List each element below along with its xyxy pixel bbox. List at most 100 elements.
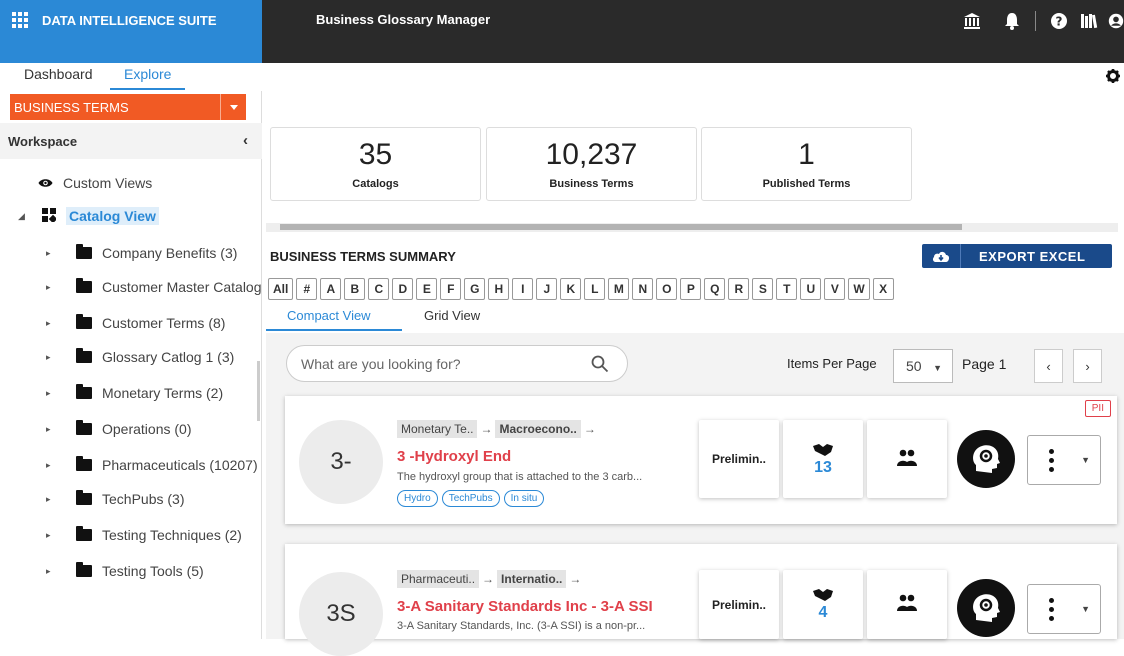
breadcrumb-subcatalog[interactable]: Internatio.. [497,570,567,588]
letter-filter-button[interactable]: M [608,278,630,300]
svg-text:?: ? [1056,15,1063,29]
associations-box[interactable]: 13 [783,420,863,498]
expand-arrow-icon[interactable]: ▸ [46,388,56,399]
expand-arrow-icon[interactable]: ▸ [46,352,56,363]
kebab-menu-icon [1028,448,1060,472]
letter-filter-button[interactable]: T [776,278,798,300]
letter-filter-button[interactable]: U [800,278,822,300]
tag-chip[interactable]: Hydro [397,490,438,507]
more-actions-menu[interactable]: ▼ [1027,584,1101,634]
letter-filter-button[interactable]: E [416,278,438,300]
bank-icon[interactable] [959,8,985,34]
term-card[interactable]: 3S Pharmaceuti.. → Internatio.. → 3-A Sa… [285,544,1117,656]
library-icon[interactable] [1076,8,1102,34]
expand-arrow-icon[interactable]: ▸ [46,248,56,259]
custom-views-item[interactable]: Custom Views [38,171,152,195]
tree-folder-item[interactable]: ▸ Glossary Catlog 1 (3) [46,345,234,369]
left-scrollbar[interactable] [257,361,260,421]
folder-icon [76,314,92,329]
next-page-button[interactable]: › [1073,349,1102,383]
settings-gear-icon[interactable] [1106,69,1120,86]
letter-filter-button[interactable]: R [728,278,750,300]
chevron-down-icon[interactable] [220,94,246,120]
help-icon[interactable]: ? [1046,8,1072,34]
letter-filter-button[interactable]: C [368,278,390,300]
letter-filter-button[interactable]: B [344,278,366,300]
search-input[interactable]: What are you looking for? [286,345,628,382]
tab-dashboard[interactable]: Dashboard [24,66,93,90]
expand-arrow-icon[interactable]: ▸ [46,318,56,329]
apps-grid-icon[interactable] [12,12,28,28]
letter-filter-button[interactable]: S [752,278,774,300]
letter-filter-button[interactable]: # [296,278,318,300]
tab-explore[interactable]: Explore [110,66,186,90]
search-icon[interactable] [591,355,609,376]
kpi-catalogs[interactable]: 35 Catalogs [270,127,481,201]
kpi-business-terms[interactable]: 10,237 Business Terms [486,127,697,201]
term-title[interactable]: 3-A Sanitary Standards Inc - 3-A SSI [397,598,653,615]
letter-filter-button[interactable]: X [872,278,894,300]
tree-folder-item[interactable]: ▸ Company Benefits (3) [46,241,237,265]
letter-filter-button[interactable]: D [392,278,414,300]
expand-arrow-icon[interactable]: ▸ [46,494,56,505]
letter-filter-button[interactable]: All [268,278,294,300]
status-box[interactable]: Prelimin.. [699,420,779,498]
scrollbar-thumb[interactable] [280,224,962,230]
more-actions-menu[interactable]: ▼ [1027,435,1101,485]
letter-filter-button[interactable]: F [440,278,462,300]
letter-filter-button[interactable]: A [320,278,342,300]
collapse-panel-icon[interactable]: ‹ [243,132,248,149]
bell-icon[interactable] [999,8,1025,34]
horizontal-scrollbar[interactable] [266,223,1118,232]
brain-gear-icon[interactable] [957,430,1015,488]
letter-filter-button[interactable]: H [488,278,510,300]
letter-filter-button[interactable]: J [536,278,558,300]
tree-folder-item[interactable]: ▸ TechPubs (3) [46,487,184,511]
letter-filter-button[interactable]: I [512,278,534,300]
status-box[interactable]: Prelimin.. [699,570,779,639]
business-terms-dropdown[interactable]: BUSINESS TERMS [10,94,246,120]
catalog-view-item[interactable]: ◢ Catalog View [18,204,159,228]
tree-folder-item[interactable]: ▸ Testing Tools (5) [46,559,204,583]
expand-arrow-icon[interactable]: ▸ [46,530,56,541]
tree-folder-item[interactable]: ▸ Operations (0) [46,417,191,441]
expand-arrow-icon[interactable]: ▸ [46,566,56,577]
user-icon[interactable] [1108,8,1124,34]
letter-filter-button[interactable]: W [848,278,870,300]
items-per-page-select[interactable]: 50 ▼ [893,349,953,383]
expand-arrow-icon[interactable]: ▸ [46,460,56,471]
tree-folder-item[interactable]: ▸ Customer Master Catalog [46,275,262,299]
export-excel-button[interactable]: EXPORT EXCEL [922,244,1112,268]
letter-filter-button[interactable]: G [464,278,486,300]
letter-filter-button[interactable]: L [584,278,606,300]
expand-arrow-icon[interactable]: ▸ [46,424,56,435]
kpi-published-terms[interactable]: 1 Published Terms [701,127,912,201]
letter-filter-button[interactable]: P [680,278,702,300]
tree-folder-item[interactable]: ▸ Testing Techniques (2) [46,523,242,547]
expanded-arrow-icon[interactable]: ◢ [18,211,28,222]
tab-compact-view[interactable]: Compact View [287,308,371,330]
associations-box[interactable]: 4 [783,570,863,639]
breadcrumb-subcatalog[interactable]: Macroecono.. [495,420,581,438]
tree-folder-item[interactable]: ▸ Customer Terms (8) [46,311,225,335]
letter-filter-button[interactable]: V [824,278,846,300]
letter-filter-button[interactable]: N [632,278,654,300]
letter-filter-button[interactable]: K [560,278,582,300]
stakeholders-box[interactable] [867,570,947,639]
breadcrumb-catalog[interactable]: Monetary Te.. [397,420,478,438]
tab-grid-view[interactable]: Grid View [424,308,480,330]
tag-chip[interactable]: TechPubs [441,490,500,507]
tree-folder-item[interactable]: ▸ Monetary Terms (2) [46,381,223,405]
term-title[interactable]: 3 -Hydroxyl End [397,448,511,465]
tree-folder-item[interactable]: ▸ Pharmaceuticals (10207) [46,453,258,477]
term-card[interactable]: PII 3- Monetary Te.. → Macroecono.. → 3 … [285,396,1117,524]
stakeholders-box[interactable] [867,420,947,498]
prev-page-button[interactable]: ‹ [1034,349,1063,383]
expand-arrow-icon[interactable]: ▸ [46,282,56,293]
breadcrumb-catalog[interactable]: Pharmaceuti.. [397,570,480,588]
brain-gear-icon[interactable] [957,579,1015,637]
tag-chip[interactable]: In situ [503,490,545,507]
letter-filter-button[interactable]: O [656,278,678,300]
letter-filter-button[interactable]: Q [704,278,726,300]
chevron-down-icon: ▼ [933,363,942,373]
